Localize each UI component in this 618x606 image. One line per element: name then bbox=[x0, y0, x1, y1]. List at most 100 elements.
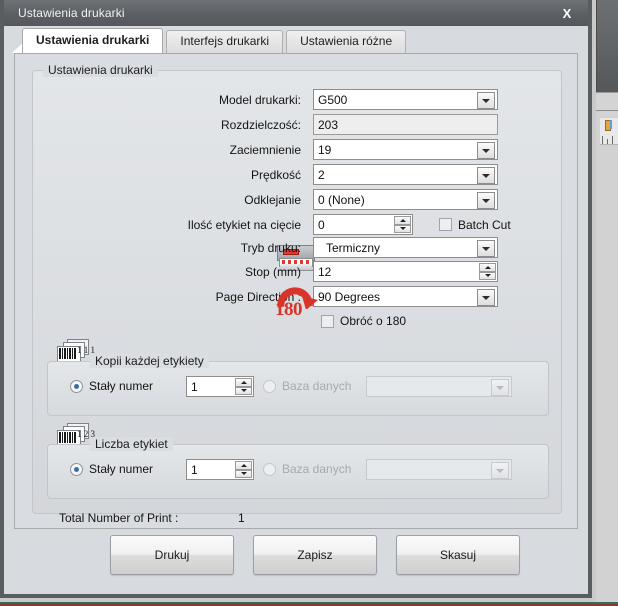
label-stop-mm: Stop (mm) bbox=[244, 264, 301, 279]
label-labels-per-cut: Ilość etykiet na cięcie bbox=[187, 217, 301, 232]
rotate-180-degree: ° bbox=[310, 302, 314, 313]
background-window-titlebar bbox=[596, 0, 618, 92]
radio-count-database-dot[interactable] bbox=[263, 462, 276, 476]
dialog-button-bar: Drukuj Zapisz Skasuj bbox=[4, 535, 588, 595]
spinner-down-icon[interactable] bbox=[235, 469, 252, 478]
spinner-up-icon[interactable] bbox=[235, 378, 252, 387]
spinner-down-icon[interactable] bbox=[394, 224, 411, 233]
input-resolution: 203 bbox=[313, 114, 498, 135]
radio-copies-database-label: Baza danych bbox=[282, 379, 352, 393]
printer-settings-group: Ustawienia drukarki Model drukarki: G500… bbox=[32, 63, 562, 525]
input-page-direction[interactable]: 90 Degrees bbox=[313, 286, 498, 307]
chevron-down-icon[interactable] bbox=[477, 289, 495, 306]
radio-count-fixed-dot[interactable] bbox=[70, 462, 83, 476]
chevron-down-icon[interactable] bbox=[477, 167, 495, 184]
spinner-up-icon[interactable] bbox=[479, 263, 496, 272]
dialog-titlebar: Ustawienia drukarki X bbox=[4, 0, 588, 26]
copies-group-title: Kopii każdej etykiety bbox=[90, 354, 209, 368]
input-speed[interactable]: 2 bbox=[313, 164, 498, 185]
checkbox-rotate-180-box[interactable] bbox=[321, 314, 334, 328]
tab-printer-settings[interactable]: Ustawienia drukarki bbox=[22, 28, 164, 53]
delete-button[interactable]: Skasuj bbox=[396, 535, 520, 575]
rotate-180-number: 180 bbox=[275, 299, 303, 320]
background-window-toolbar bbox=[596, 92, 618, 111]
spinner-copies-fixed[interactable] bbox=[235, 378, 252, 395]
radio-count-database-label: Baza danych bbox=[282, 462, 352, 476]
value-copies-database bbox=[367, 379, 371, 393]
value-labels-per-cut: 0 bbox=[318, 217, 325, 232]
label-print-mode: Tryb druku: bbox=[240, 240, 301, 255]
value-copies-fixed: 1 bbox=[191, 379, 198, 394]
ruler-marker-blue-icon bbox=[610, 120, 612, 129]
chevron-down-icon[interactable] bbox=[477, 192, 495, 209]
radio-copies-fixed-number[interactable]: Stały numer bbox=[70, 379, 153, 393]
value-resolution: 203 bbox=[318, 117, 339, 132]
spinner-count-fixed[interactable] bbox=[235, 461, 252, 478]
tab-bar: Ustawienia drukarki Interfejs drukarki U… bbox=[4, 26, 588, 53]
value-stop-mm: 12 bbox=[318, 264, 332, 279]
checkbox-batch-cut-box[interactable] bbox=[439, 218, 452, 231]
radio-copies-fixed-label: Stały numer bbox=[89, 379, 154, 393]
dialog-title: Ustawienia drukarki bbox=[18, 6, 125, 20]
printer-settings-group-title: Ustawienia drukarki bbox=[43, 63, 158, 77]
value-print-mode: Termiczny bbox=[326, 240, 381, 255]
rotate-180-icon: 180 ° bbox=[275, 283, 321, 320]
spinner-stop-mm[interactable] bbox=[479, 263, 496, 280]
chevron-down-icon[interactable] bbox=[477, 240, 495, 257]
input-labels-per-cut[interactable]: 0 bbox=[313, 214, 413, 235]
input-peel-off[interactable]: 0 (None) bbox=[313, 189, 498, 210]
spinner-down-icon[interactable] bbox=[479, 271, 496, 280]
label-peel-off: Odklejanie bbox=[244, 192, 301, 207]
input-printer-model[interactable]: G500 bbox=[313, 89, 498, 110]
value-darkness: 19 bbox=[318, 142, 332, 157]
label-darkness: Zaciemnienie bbox=[229, 142, 301, 157]
input-print-mode[interactable]: Termiczny bbox=[313, 237, 498, 258]
input-stop-mm[interactable]: 12 bbox=[313, 261, 498, 282]
printer-settings-dialog: Ustawienia drukarki X Ustawienia drukark… bbox=[0, 0, 592, 598]
checkbox-batch-cut[interactable]: Batch Cut bbox=[439, 218, 511, 232]
checkbox-rotate-180-label: Obróć o 180 bbox=[340, 314, 407, 328]
save-button[interactable]: Zapisz bbox=[253, 535, 377, 575]
tab-printer-interface[interactable]: Interfejs drukarki bbox=[166, 30, 284, 53]
label-speed: Prędkość bbox=[250, 167, 301, 182]
radio-count-fixed-label: Stały numer bbox=[89, 462, 154, 476]
value-count-fixed: 1 bbox=[191, 462, 198, 477]
checkbox-batch-cut-label: Batch Cut bbox=[458, 217, 511, 232]
chevron-down-icon bbox=[491, 462, 509, 479]
radio-count-database[interactable]: Baza danych bbox=[263, 462, 351, 476]
tab-panel-printer-settings: Ustawienia drukarki Model drukarki: G500… bbox=[14, 53, 578, 529]
input-count-database bbox=[366, 459, 512, 480]
close-icon[interactable]: X bbox=[546, 0, 588, 26]
taskbar-strip bbox=[0, 602, 618, 606]
input-copies-database bbox=[366, 376, 512, 397]
radio-copies-database[interactable]: Baza danych bbox=[263, 379, 351, 393]
value-peel-off: 0 (None) bbox=[318, 192, 365, 207]
label-count-group: Liczba etykiet Stały numer 1 Baza danych bbox=[47, 437, 549, 499]
spinner-down-icon[interactable] bbox=[235, 386, 252, 395]
spinner-labels-per-cut[interactable] bbox=[394, 216, 411, 233]
radio-copies-database-dot[interactable] bbox=[263, 379, 276, 393]
chevron-down-icon[interactable] bbox=[477, 92, 495, 109]
checkbox-rotate-180[interactable]: Obróć o 180 bbox=[321, 314, 406, 328]
value-count-database bbox=[367, 462, 371, 476]
chevron-down-icon bbox=[491, 379, 509, 396]
label-count-group-title: Liczba etykiet bbox=[90, 437, 173, 451]
input-darkness[interactable]: 19 bbox=[313, 139, 498, 160]
label-printer-model: Model drukarki: bbox=[218, 92, 301, 107]
value-speed: 2 bbox=[318, 167, 325, 182]
input-copies-fixed-value[interactable]: 1 bbox=[186, 376, 254, 397]
background-window-body bbox=[596, 110, 618, 606]
label-page-direction: Page Direction : bbox=[215, 289, 301, 304]
print-button[interactable]: Drukuj bbox=[110, 535, 234, 575]
radio-copies-fixed-dot[interactable] bbox=[70, 379, 83, 393]
total-print-value: 1 bbox=[238, 511, 245, 525]
chevron-down-icon[interactable] bbox=[477, 142, 495, 159]
input-count-fixed-value[interactable]: 1 bbox=[186, 459, 254, 480]
spinner-up-icon[interactable] bbox=[394, 216, 411, 225]
value-page-direction: 90 Degrees bbox=[318, 289, 381, 304]
spinner-up-icon[interactable] bbox=[235, 461, 252, 470]
radio-count-fixed-number[interactable]: Stały numer bbox=[70, 462, 153, 476]
background-ruler bbox=[600, 118, 618, 145]
tab-misc-settings[interactable]: Ustawienia różne bbox=[286, 30, 407, 53]
total-print-label: Total Number of Print : bbox=[59, 511, 179, 525]
